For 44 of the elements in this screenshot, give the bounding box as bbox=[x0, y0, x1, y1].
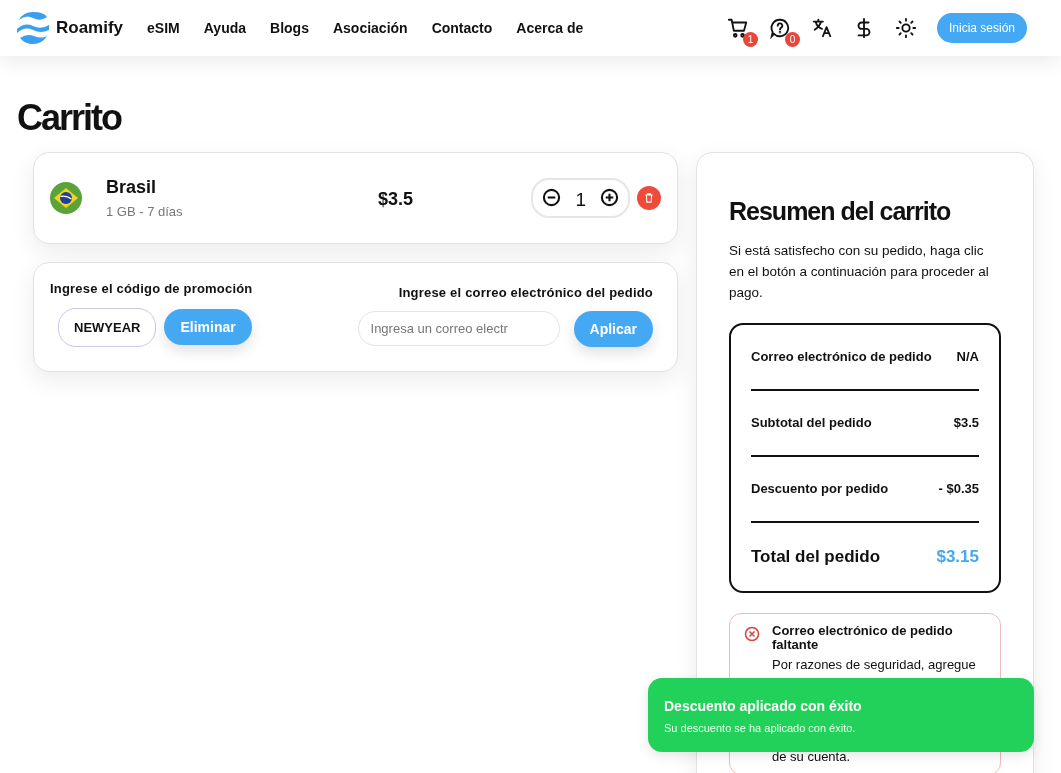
flag-icon bbox=[50, 181, 82, 214]
summary-label: Correo electrónico de pedido bbox=[751, 349, 932, 365]
delete-button[interactable] bbox=[637, 185, 661, 210]
toast-title: Descuento aplicado con éxito bbox=[664, 698, 863, 714]
summary-label: Descuento por pedido bbox=[751, 481, 889, 497]
promo-label: Ingrese el código de promoción bbox=[50, 280, 253, 296]
total-label: Total del pedido bbox=[751, 546, 881, 567]
count-badge: 0 bbox=[784, 32, 800, 47]
email-label: Ingrese el correo electrónico del pedido bbox=[398, 284, 653, 300]
quantity-value: 1 bbox=[575, 188, 586, 211]
item-name: Brasil bbox=[106, 176, 158, 198]
page-title: Carrito bbox=[17, 98, 123, 138]
help-chat-icon[interactable] bbox=[768, 17, 791, 39]
minus-icon[interactable] bbox=[542, 188, 562, 208]
promo-code-field[interactable]: NEWYEAR bbox=[58, 307, 157, 347]
brand-name[interactable]: Roamify bbox=[56, 18, 124, 38]
alert-title: Correo electrónico de pedido faltante bbox=[772, 623, 954, 652]
summary-value: - $0.35 bbox=[938, 481, 979, 497]
translate-icon[interactable] bbox=[810, 17, 833, 39]
alert-text: de su cuenta. bbox=[772, 748, 852, 764]
nav-link[interactable]: Acerca de bbox=[516, 20, 584, 36]
summary-title: Resumen del carrito bbox=[729, 196, 952, 226]
nav-link[interactable]: Blogs bbox=[270, 20, 309, 36]
plus-icon[interactable] bbox=[600, 188, 619, 208]
nav-link[interactable]: Ayuda bbox=[203, 20, 247, 36]
summary-value: $3.5 bbox=[953, 415, 979, 431]
count-badge: 1 bbox=[742, 32, 758, 47]
item-details: 1 GB - 7 días bbox=[106, 203, 184, 219]
email-field[interactable]: Ingresa un correo electr bbox=[357, 311, 560, 347]
sun-icon[interactable] bbox=[894, 17, 917, 39]
summary-text: Si está satisfecho con su pedido, haga clic en el botón a continuación para proceder al pago. bbox=[729, 241, 990, 302]
alert-text: Por razones de seguridad, agregue bbox=[772, 656, 977, 672]
trash-icon bbox=[643, 191, 655, 204]
summary-label: Subtotal del pedido bbox=[751, 415, 872, 431]
nav-link[interactable]: Contacto bbox=[431, 20, 493, 36]
total-value: $3.15 bbox=[936, 546, 979, 567]
item-price: $3.5 bbox=[378, 189, 414, 211]
error-icon bbox=[744, 625, 760, 642]
nav-link[interactable]: Asociación bbox=[332, 20, 408, 36]
cart-icon[interactable] bbox=[726, 17, 749, 39]
toast-message: Su descuento se ha aplicado con éxito. bbox=[664, 722, 857, 734]
summary-value: N/A bbox=[956, 349, 979, 365]
logo-icon bbox=[16, 11, 50, 45]
nav-link[interactable]: eSIM bbox=[147, 20, 180, 36]
